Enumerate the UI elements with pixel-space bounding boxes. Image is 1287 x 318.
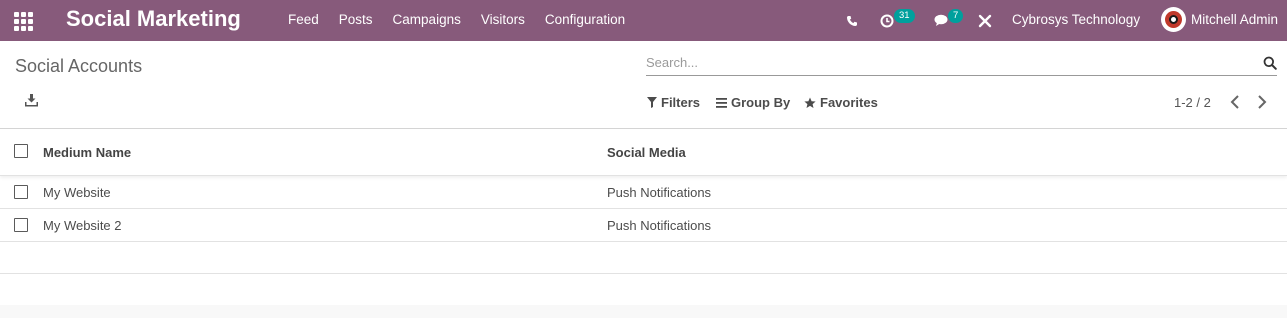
list-table: Medium Name Social Media My Website Push… bbox=[0, 128, 1287, 306]
pager-value[interactable]: 1-2 / 2 bbox=[1174, 95, 1211, 110]
empty-row bbox=[0, 242, 1287, 274]
app-title[interactable]: Social Marketing bbox=[66, 6, 241, 32]
menu-item-campaigns[interactable]: Campaigns bbox=[383, 12, 471, 27]
download-icon[interactable] bbox=[24, 93, 39, 108]
filters-label: Filters bbox=[661, 95, 701, 110]
user-menu[interactable]: Mitchell Admin bbox=[1191, 12, 1278, 27]
column-header-social-media[interactable]: Social Media bbox=[607, 145, 686, 160]
menu-item-posts[interactable]: Posts bbox=[329, 12, 383, 27]
apps-menu-icon[interactable] bbox=[12, 10, 34, 32]
avatar[interactable] bbox=[1161, 7, 1186, 32]
filters-button[interactable]: Filters bbox=[647, 95, 700, 110]
list-bottom-area bbox=[0, 305, 1287, 318]
search-bar bbox=[646, 52, 1277, 76]
search-input[interactable] bbox=[646, 52, 1246, 70]
empty-row bbox=[0, 274, 1287, 306]
group-by-icon bbox=[716, 97, 727, 108]
top-navbar: Social Marketing Feed Posts Campaigns Vi… bbox=[0, 0, 1287, 41]
group-by-label: Group By bbox=[731, 95, 791, 110]
menu-item-visitors[interactable]: Visitors bbox=[471, 12, 535, 27]
cell-medium-name: My Website bbox=[43, 185, 111, 200]
company-switcher[interactable]: Cybrosys Technology bbox=[1012, 12, 1140, 27]
chevron-left-icon[interactable] bbox=[1228, 94, 1242, 110]
group-by-button[interactable]: Group By bbox=[716, 95, 790, 110]
menu-item-feed[interactable]: Feed bbox=[278, 12, 329, 27]
favorites-label: Favorites bbox=[820, 95, 878, 110]
star-icon bbox=[804, 97, 816, 108]
page-title[interactable]: Social Accounts bbox=[15, 56, 142, 77]
search-icon[interactable] bbox=[1263, 56, 1277, 70]
message-count-badge: 7 bbox=[948, 9, 964, 23]
row-checkbox[interactable] bbox=[14, 185, 28, 199]
chevron-right-icon[interactable] bbox=[1255, 94, 1269, 110]
cell-social-media: Push Notifications bbox=[607, 218, 712, 233]
activity-count-badge: 31 bbox=[894, 9, 915, 23]
column-header-medium-name[interactable]: Medium Name bbox=[43, 145, 131, 160]
main-menu: Feed Posts Campaigns Visitors Configurat… bbox=[278, 12, 635, 27]
filter-icon bbox=[647, 97, 657, 108]
select-all-checkbox[interactable] bbox=[14, 144, 28, 158]
chat-icon[interactable] bbox=[934, 0, 949, 41]
phone-icon[interactable] bbox=[846, 0, 858, 41]
row-checkbox[interactable] bbox=[14, 218, 28, 232]
cell-social-media: Push Notifications bbox=[607, 185, 712, 200]
table-row[interactable]: My Website Push Notifications bbox=[0, 176, 1287, 209]
table-row[interactable]: My Website 2 Push Notifications bbox=[0, 209, 1287, 242]
activity-icon[interactable] bbox=[880, 0, 894, 41]
menu-item-configuration[interactable]: Configuration bbox=[535, 12, 635, 27]
debug-icon[interactable] bbox=[978, 0, 992, 41]
cell-medium-name: My Website 2 bbox=[43, 218, 122, 233]
table-header: Medium Name Social Media bbox=[0, 129, 1287, 176]
favorites-button[interactable]: Favorites bbox=[804, 95, 878, 110]
